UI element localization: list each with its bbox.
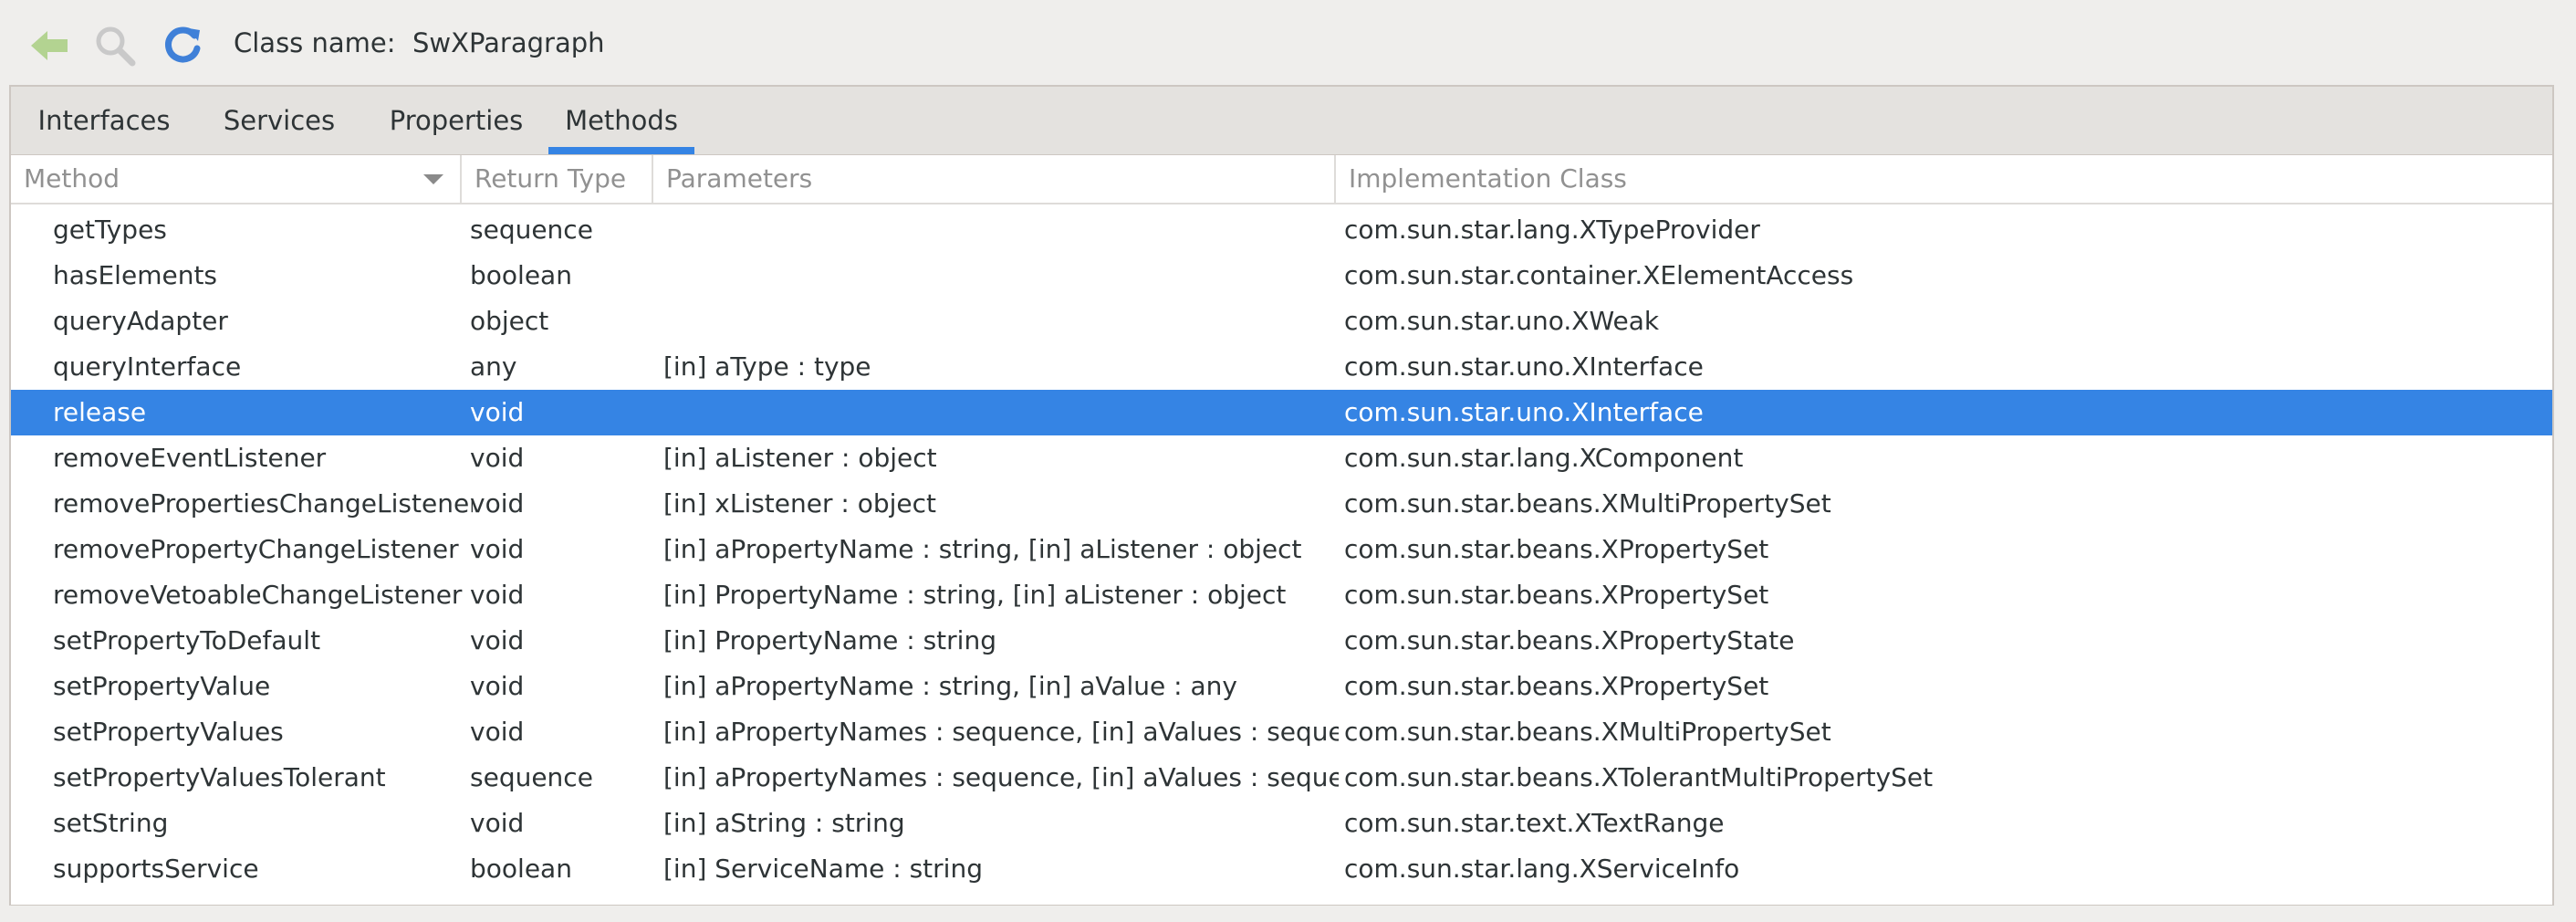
method-cell: setPropertyToDefault <box>53 625 321 655</box>
method-cell: setString <box>53 808 169 838</box>
back-button[interactable] <box>20 16 78 75</box>
parameters-cell <box>663 207 1339 253</box>
table-row[interactable]: setPropertyToDefault void [in] PropertyNam… <box>11 618 2552 664</box>
implementation-class-cell: com.sun.star.beans.XPropertySet <box>1344 580 1769 610</box>
table-row[interactable]: setString void [in] aString : string com.su… <box>11 801 2552 846</box>
parameters-cell: [in] aType : type <box>663 351 871 382</box>
implementation-class-cell: com.sun.star.uno.XInterface <box>1344 351 1704 382</box>
refresh-icon <box>165 26 201 63</box>
method-cell: release <box>53 397 147 427</box>
implementation-class-cell: com.sun.star.text.XTextRange <box>1344 808 1725 838</box>
implementation-class-cell: com.sun.star.uno.XInterface <box>1344 397 1704 427</box>
tab-methods[interactable]: Methods <box>548 87 694 154</box>
implementation-class-cell: com.sun.star.beans.XMultiPropertySet <box>1344 488 1831 519</box>
parameters-cell: [in] aString : string <box>663 808 905 838</box>
parameters-cell <box>663 253 1339 299</box>
implementation-class-cell: com.sun.star.lang.XServiceInfo <box>1344 854 1740 884</box>
return-type-cell: sequence <box>470 762 593 792</box>
table-row[interactable]: supportsService boolean [in] ServiceName :… <box>11 846 2552 892</box>
implementation-class-cell: com.sun.star.beans.XPropertySet <box>1344 534 1769 564</box>
return-type-cell: void <box>470 534 525 564</box>
tab-interfaces[interactable]: Interfaces <box>31 87 177 154</box>
return-type-cell: void <box>470 397 525 427</box>
column-header-implementation-class[interactable]: Implementation Class <box>1336 155 2552 203</box>
tab-services[interactable]: Services <box>214 87 345 154</box>
search-button[interactable] <box>86 16 144 75</box>
parameters-cell: [in] aPropertyName : string, [in] aListe… <box>663 534 1302 564</box>
inspector-panel: Interfaces Services Properties Methods M… <box>9 85 2554 906</box>
return-type-cell: void <box>470 808 525 838</box>
table-row[interactable]: setPropertyValues void [in] aPropertyNames… <box>11 709 2552 755</box>
method-cell: removeEventListener <box>53 443 327 473</box>
implementation-class-cell: com.sun.star.container.XElementAccess <box>1344 260 1854 290</box>
table-row[interactable]: queryAdapter object com.sun.star.uno.XWeak <box>11 299 2552 344</box>
method-cell: removePropertyChangeListener <box>53 534 459 564</box>
column-header-label: Method <box>24 163 120 194</box>
class-name-value: SwXParagraph <box>412 27 605 58</box>
parameters-cell: [in] aListener : object <box>663 443 937 473</box>
parameters-cell: [in] ServiceName : string <box>663 854 983 884</box>
tab-properties[interactable]: Properties <box>381 87 531 154</box>
method-cell: setPropertyValuesTolerant <box>53 762 386 792</box>
method-cell: getTypes <box>53 215 167 245</box>
method-cell: queryInterface <box>53 351 242 382</box>
implementation-class-cell: com.sun.star.uno.XWeak <box>1344 306 1660 336</box>
table-row[interactable]: setPropertyValue void [in] aPropertyName :… <box>11 664 2552 709</box>
class-name-label: Class name: SwXParagraph <box>234 27 605 58</box>
return-type-cell: object <box>470 306 549 336</box>
table-row[interactable]: setPropertyValuesTolerant sequence [in] aP… <box>11 755 2552 801</box>
table-header: Method Return Type Parameters Implementa… <box>11 155 2552 204</box>
parameters-cell: [in] aPropertyNames : sequence, [in] aVa… <box>663 762 1339 792</box>
method-cell: hasElements <box>53 260 218 290</box>
table-row[interactable]: getTypes sequence com.sun.star.lang.XTypeP… <box>11 207 2552 253</box>
search-icon <box>96 26 136 67</box>
implementation-class-cell: com.sun.star.beans.XPropertyState <box>1344 625 1795 655</box>
parameters-cell: [in] aPropertyNames : sequence, [in] aVa… <box>663 717 1339 747</box>
method-cell: removeVetoableChangeListener <box>53 580 463 610</box>
method-cell: supportsService <box>53 854 259 884</box>
methods-table[interactable]: Method Return Type Parameters Implementa… <box>11 154 2552 905</box>
implementation-class-cell: com.sun.star.beans.XMultiPropertySet <box>1344 717 1831 747</box>
return-type-cell: sequence <box>470 215 593 245</box>
sort-descending-icon <box>423 174 443 184</box>
method-cell: setPropertyValue <box>53 671 271 701</box>
table-row[interactable]: removePropertyChangeListener void [in] aPr… <box>11 527 2552 572</box>
column-header-method[interactable]: Method <box>11 155 462 203</box>
return-type-cell: any <box>470 351 517 382</box>
column-header-parameters[interactable]: Parameters <box>653 155 1336 203</box>
toolbar: Class name: SwXParagraph <box>0 0 2576 86</box>
parameters-cell <box>663 390 1339 435</box>
parameters-cell: [in] PropertyName : string, [in] aListen… <box>663 580 1287 610</box>
table-row[interactable]: removeEventListener void [in] aListener : … <box>11 435 2552 481</box>
return-type-cell: void <box>470 488 525 519</box>
method-cell: setPropertyValues <box>53 717 284 747</box>
return-type-cell: void <box>470 625 525 655</box>
class-name-caption: Class name: <box>234 27 396 58</box>
method-cell: queryAdapter <box>53 306 228 336</box>
implementation-class-cell: com.sun.star.lang.XTypeProvider <box>1344 215 1760 245</box>
parameters-cell <box>663 299 1339 344</box>
implementation-class-cell: com.sun.star.lang.XComponent <box>1344 443 1744 473</box>
parameters-cell: [in] xListener : object <box>663 488 937 519</box>
implementation-class-cell: com.sun.star.beans.XTolerantMultiPropert… <box>1344 762 1934 792</box>
table-row[interactable]: removePropertiesChangeListener void [in] x… <box>11 481 2552 527</box>
implementation-class-cell: com.sun.star.beans.XPropertySet <box>1344 671 1769 701</box>
parameters-cell: [in] aPropertyName : string, [in] aValue… <box>663 671 1237 701</box>
table-row[interactable]: queryInterface any [in] aType : type com.su… <box>11 344 2552 390</box>
parameters-cell: [in] PropertyName : string <box>663 625 996 655</box>
back-arrow-icon <box>31 31 68 60</box>
return-type-cell: void <box>470 580 525 610</box>
table-row[interactable]: hasElements boolean com.sun.star.container… <box>11 253 2552 299</box>
return-type-cell: void <box>470 443 525 473</box>
column-header-return-type[interactable]: Return Type <box>462 155 653 203</box>
tab-bar: Interfaces Services Properties Methods <box>11 87 2552 154</box>
return-type-cell: void <box>470 671 525 701</box>
return-type-cell: boolean <box>470 854 572 884</box>
return-type-cell: boolean <box>470 260 572 290</box>
return-type-cell: void <box>470 717 525 747</box>
table-row[interactable]: removeVetoableChangeListener void [in] Pro… <box>11 572 2552 618</box>
refresh-button[interactable] <box>153 16 212 75</box>
table-row[interactable]: release void com.sun.star.uno.XInterface <box>11 390 2552 435</box>
method-cell: removePropertiesChangeListener <box>53 488 473 519</box>
